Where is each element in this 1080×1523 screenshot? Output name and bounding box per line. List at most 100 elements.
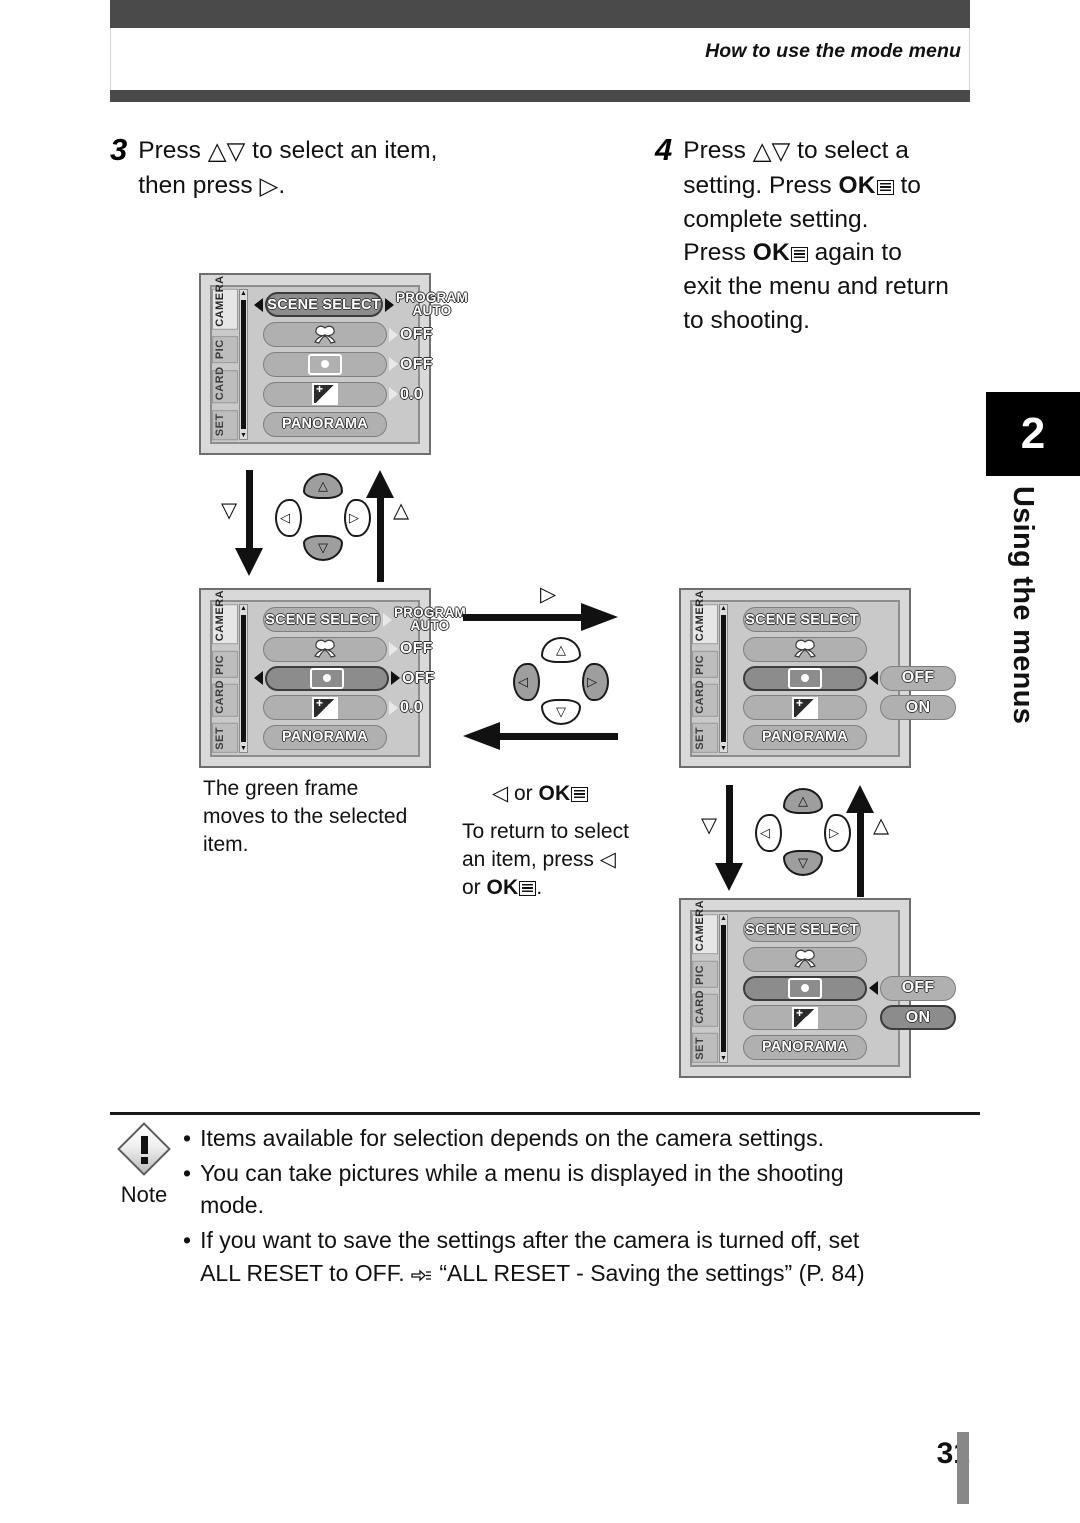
menu-row-spot[interactable]: OFF bbox=[732, 664, 956, 693]
menu-item-panorama[interactable]: PANORAMA bbox=[743, 724, 867, 750]
menu-row-spot[interactable]: OFF bbox=[252, 350, 432, 380]
step-3-line2-pre: then press bbox=[138, 171, 260, 199]
ok-button-label: OK bbox=[486, 875, 519, 899]
menu-row-spot[interactable]: OFF bbox=[732, 974, 956, 1003]
scroll-thumb[interactable] bbox=[241, 615, 246, 742]
sidebar-tab-card[interactable]: CARD bbox=[692, 990, 718, 1027]
menu-item-exposure-compensation[interactable] bbox=[743, 1005, 867, 1031]
menu-item-macro[interactable] bbox=[263, 322, 387, 348]
menu-item-scene-select[interactable]: SCENE SELECT bbox=[263, 607, 381, 633]
menu-item-scene-select[interactable]: SCENE SELECT bbox=[743, 917, 861, 943]
scroll-down-icon[interactable]: ▼ bbox=[720, 745, 727, 752]
scroll-up-icon[interactable]: ▲ bbox=[240, 605, 247, 612]
menu-row-scene-select[interactable]: SCENE SELECT bbox=[732, 915, 894, 944]
menu-item-panorama[interactable]: PANORAMA bbox=[743, 1034, 867, 1060]
scroll-thumb[interactable] bbox=[721, 615, 726, 742]
sidebar-tab-camera[interactable]: CAMERA bbox=[212, 590, 238, 645]
lcd-screen-3: CAMERA PIC CARD SET ▲ ▼ SCENE SELECT OFF… bbox=[679, 588, 956, 768]
menu-row-exposure[interactable]: ON bbox=[732, 693, 956, 722]
sidebar-tab-card[interactable]: CARD bbox=[692, 680, 718, 717]
dpad-up-down-2[interactable]: △ ▽ ◁ ▷ bbox=[755, 788, 851, 876]
scroll-thumb[interactable] bbox=[241, 300, 246, 429]
note-label: Note bbox=[120, 1182, 168, 1207]
menu-value-option-off[interactable]: OFF bbox=[880, 975, 956, 1001]
sidebar-tab-camera[interactable]: CAMERA bbox=[212, 275, 238, 330]
menu-item-panorama[interactable]: PANORAMA bbox=[263, 724, 387, 750]
sidebar-tab-card[interactable]: CARD bbox=[212, 366, 238, 404]
menu-item-exposure-compensation[interactable] bbox=[263, 695, 387, 721]
menu-item-macro[interactable] bbox=[743, 636, 867, 662]
menu-row-macro[interactable]: OFF bbox=[252, 634, 432, 663]
menu-row-macro[interactable] bbox=[732, 634, 894, 663]
lcd-scrollbar-2[interactable]: ▲ ▼ bbox=[239, 604, 248, 753]
dpad-down-glyph: ▽ bbox=[798, 855, 808, 870]
menu-row-spot[interactable]: OFF bbox=[252, 664, 434, 693]
dpad-up-down-1[interactable]: △ ▽ ◁ ▷ bbox=[275, 473, 371, 561]
menu-row-panorama[interactable]: PANORAMA bbox=[252, 409, 414, 439]
lcd-scrollbar-4[interactable]: ▲ ▼ bbox=[719, 914, 728, 1063]
menu-row-panorama[interactable]: PANORAMA bbox=[252, 723, 414, 752]
menu-item-macro[interactable] bbox=[263, 636, 387, 662]
menu-row-macro[interactable] bbox=[732, 944, 894, 973]
sidebar-tab-set[interactable]: SET bbox=[212, 723, 238, 753]
sidebar-tab-set[interactable]: SET bbox=[692, 723, 718, 753]
scroll-up-icon[interactable]: ▲ bbox=[720, 605, 727, 612]
menu-item-panorama[interactable]: PANORAMA bbox=[263, 411, 387, 437]
menu-row-panorama[interactable]: PANORAMA bbox=[732, 723, 894, 752]
scroll-down-icon[interactable]: ▼ bbox=[240, 745, 247, 752]
spot-metering-icon bbox=[788, 667, 822, 689]
sidebar-tab-set[interactable]: SET bbox=[692, 1033, 718, 1063]
sidebar-tab-pic[interactable]: PIC bbox=[692, 960, 718, 988]
page-edge-bar bbox=[957, 1432, 969, 1504]
menu-value-option-on[interactable]: ON bbox=[880, 1005, 956, 1031]
menu-item-spot-metering[interactable] bbox=[263, 351, 387, 377]
dpad-left-right[interactable]: △ ▽ ◁ ▷ bbox=[513, 637, 609, 725]
menu-list-icon bbox=[876, 179, 894, 195]
menu-row-panorama[interactable]: PANORAMA bbox=[732, 1033, 894, 1062]
dpad-left-glyph: ◁ bbox=[518, 674, 528, 689]
sidebar-tab-pic[interactable]: PIC bbox=[212, 336, 238, 364]
menu-row-exposure[interactable]: 0.0 bbox=[252, 379, 423, 409]
menu-row-exposure[interactable]: ON bbox=[732, 1003, 956, 1032]
sidebar-tab-set[interactable]: SET bbox=[212, 409, 238, 440]
menu-row-macro[interactable]: OFF bbox=[252, 320, 432, 350]
step-4-text: Press △▽ to select a setting. Press OK t… bbox=[683, 134, 949, 338]
flow-arrow-right bbox=[463, 603, 618, 631]
menu-item-spot-metering[interactable] bbox=[265, 665, 389, 691]
menu-value-macro: OFF bbox=[400, 640, 433, 658]
label-triangle-up-1: △ bbox=[393, 499, 410, 522]
scroll-thumb[interactable] bbox=[721, 925, 726, 1052]
scroll-up-icon[interactable]: ▲ bbox=[720, 915, 727, 922]
menu-row-scene-select[interactable]: SCENE SELECT PROGRAM AUTO bbox=[252, 290, 468, 320]
scroll-down-icon[interactable]: ▼ bbox=[720, 1055, 727, 1062]
menu-row-scene-select[interactable]: SCENE SELECT PROGRAM AUTO bbox=[252, 605, 466, 634]
label-triangle-down-2: ▽ bbox=[701, 814, 718, 837]
menu-row-scene-select[interactable]: SCENE SELECT bbox=[732, 605, 894, 634]
ok-button-label: OK bbox=[838, 171, 876, 199]
spot-metering-icon bbox=[308, 353, 342, 375]
caption-return-body: To return to select an item, press ◁ or … bbox=[462, 818, 682, 902]
menu-item-scene-select[interactable]: SCENE SELECT bbox=[743, 607, 861, 633]
sidebar-tab-camera[interactable]: CAMERA bbox=[692, 590, 718, 645]
lcd-screen-1: CAMERA PIC CARD SET ▲ ▼ SCENE SELECT PRO… bbox=[199, 273, 468, 455]
sidebar-tab-card[interactable]: CARD bbox=[212, 680, 238, 717]
menu-value-option-on[interactable]: ON bbox=[880, 695, 956, 721]
lcd-scrollbar-3[interactable]: ▲ ▼ bbox=[719, 604, 728, 753]
menu-row-exposure[interactable]: 0.0 bbox=[252, 693, 423, 722]
menu-value-option-off[interactable]: OFF bbox=[880, 665, 956, 691]
chapter-number: 2 bbox=[1020, 409, 1046, 458]
sidebar-tab-pic[interactable]: PIC bbox=[692, 650, 718, 678]
scroll-up-icon[interactable]: ▲ bbox=[240, 290, 247, 297]
sidebar-tab-camera[interactable]: CAMERA bbox=[692, 900, 718, 955]
menu-item-spot-metering[interactable] bbox=[743, 975, 867, 1001]
menu-item-exposure-compensation[interactable] bbox=[743, 695, 867, 721]
menu-item-spot-metering[interactable] bbox=[743, 665, 867, 691]
lcd-screen-2: CAMERA PIC CARD SET ▲ ▼ SCENE SELECT PRO… bbox=[199, 588, 466, 768]
lcd-menu-2: SCENE SELECT PROGRAM AUTO OFF OFF + 0.0 … bbox=[252, 605, 466, 752]
menu-item-exposure-compensation[interactable] bbox=[263, 381, 387, 407]
menu-item-macro[interactable] bbox=[743, 946, 867, 972]
lcd-scrollbar-1[interactable]: ▲ ▼ bbox=[239, 289, 248, 440]
sidebar-tab-pic[interactable]: PIC bbox=[212, 650, 238, 678]
menu-item-scene-select[interactable]: SCENE SELECT bbox=[265, 292, 383, 318]
scroll-down-icon[interactable]: ▼ bbox=[240, 432, 247, 439]
